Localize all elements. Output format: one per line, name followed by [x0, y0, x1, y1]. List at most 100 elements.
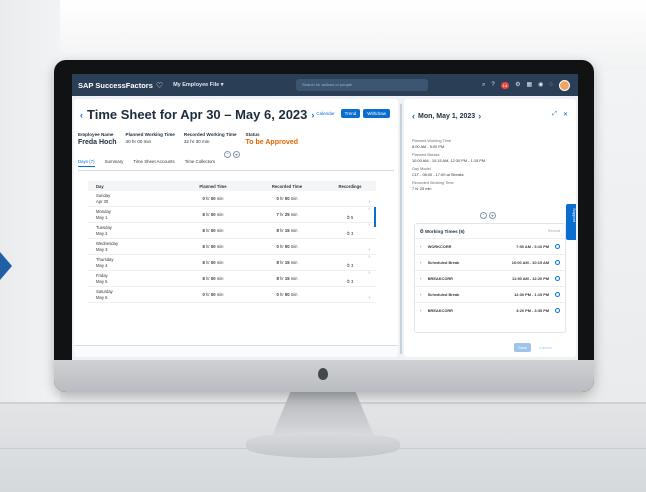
hr-unit: hr [280, 276, 284, 281]
calendar-link[interactable]: Calendar [316, 111, 334, 116]
recorded-working-time-value: 32 hr 30 min [183, 139, 210, 144]
settings-icon[interactable]: ⚙ [515, 79, 520, 91]
chevron-right-icon[interactable]: › [420, 292, 428, 297]
working-time-row[interactable]: › Scheduled Break 10:00 AM - 10:15 AM [415, 254, 565, 270]
day-cell: Sunday Apr 30 [88, 193, 176, 205]
working-time-row[interactable]: › WORKCORR 7:50 AM - 5:10 PM [415, 238, 565, 254]
monitor-stand [272, 392, 374, 436]
notification-badge[interactable]: 14 [500, 81, 510, 89]
title-row: ‹ Time Sheet for Apr 30 – May 6, 2023 › [80, 107, 314, 122]
hr-unit: hr [206, 276, 210, 281]
employee-file-menu[interactable]: My Employee File ▾ [173, 82, 223, 88]
working-time-row[interactable]: › BREAKCORR 3:20 PM - 3:35 PM [415, 302, 565, 318]
min-unit: min [216, 292, 224, 297]
recordings-cell: ⏱ 3 › [324, 222, 376, 240]
planned-hours: 8 [202, 276, 205, 281]
recorded-hours: 8 [276, 260, 279, 265]
day-date: May 3 [96, 246, 108, 252]
splitter[interactable] [399, 104, 403, 354]
chevron-right-icon[interactable]: › [368, 270, 370, 276]
chevron-right-icon[interactable]: › [368, 295, 370, 301]
entry-status-icon [555, 260, 560, 265]
working-time-type: BREAKCORR [427, 276, 453, 281]
chevron-right-icon[interactable]: › [420, 308, 428, 313]
withdraw-button[interactable]: Withdraw [363, 109, 390, 118]
recordings-count[interactable]: ⏱ 5 [347, 215, 354, 220]
chevron-right-icon[interactable]: › [420, 276, 428, 281]
tab-summary[interactable]: Summary [105, 159, 124, 167]
tab-bar: Days (7) Summary Time Sheet Accounts Tim… [78, 159, 394, 171]
chevron-left-icon[interactable]: ‹ [412, 111, 415, 121]
chevron-right-icon[interactable]: › [368, 222, 370, 228]
planned-working-time-label: Planned Working Time [125, 132, 175, 137]
planned-hours: 8 [202, 260, 205, 265]
chevron-right-icon[interactable]: › [368, 199, 370, 205]
bell-icon[interactable]: ◌ [549, 79, 553, 91]
chevron-left-icon[interactable]: ‹ [80, 110, 83, 120]
day-date: Apr 30 [96, 198, 109, 204]
brand-logo[interactable]: SAP SuccessFactors [78, 81, 153, 90]
selected-row-indicator [374, 207, 376, 227]
table-row[interactable]: Friday May 58 hr 00 min 8 hr 15 min ⏱ 3 › [88, 270, 376, 287]
help-icon[interactable]: ? [491, 79, 494, 91]
min-unit: min [216, 244, 224, 249]
recorded-minutes: 15 [284, 228, 290, 233]
splitter-bar[interactable] [400, 104, 402, 354]
planned-breaks-value: 10:00 AM - 10:15 AM, 12:30 PM - 1:15 PM [412, 158, 486, 163]
avatar[interactable] [559, 79, 570, 91]
chevron-right-icon[interactable]: › [368, 247, 370, 253]
recordings-count[interactable]: ⏱ 3 [347, 279, 354, 284]
collapse-icon[interactable]: ⌃ [224, 151, 231, 158]
working-time-row[interactable]: › Scheduled Break 12:30 PM - 1:15 PM [415, 286, 565, 302]
chevron-right-icon[interactable]: › [311, 110, 314, 120]
hr-unit: hr [206, 260, 210, 265]
recorded-summary: Recorded Working Time 32 hr 30 min [184, 132, 237, 146]
min-unit: min [290, 276, 298, 281]
chevron-right-icon[interactable]: › [368, 206, 370, 212]
chevron-right-icon[interactable]: › [478, 111, 481, 121]
status-label: Status [245, 132, 260, 137]
summary-section: Employee Name Freda Hoch Planned Working… [78, 132, 298, 146]
day-cell: Saturday May 6 [88, 289, 176, 301]
chevron-right-icon[interactable]: › [420, 260, 428, 265]
employee-summary: Employee Name Freda Hoch [78, 132, 117, 146]
tab-time-collectors[interactable]: Time Collectors [185, 159, 215, 167]
recorded-column-header: Recorded Time [271, 183, 303, 189]
save-button[interactable]: Save [514, 343, 532, 352]
pin-icon[interactable]: ⌖ [233, 151, 240, 158]
working-time-row[interactable]: › BREAKCORR 11:50 AM - 12:20 PM [415, 270, 565, 286]
expand-icon[interactable]: ⤢ [552, 111, 557, 118]
pin-icon[interactable]: ⌖ [489, 212, 496, 219]
grid-icon[interactable]: ▦ [527, 79, 533, 91]
tab-days[interactable]: Days (7) [78, 159, 95, 167]
recorded-time-value: 7 hr 25 min [412, 186, 432, 191]
chevron-right-icon[interactable]: › [368, 254, 370, 260]
planned-working-time-value: 40 hr 00 min [125, 139, 152, 144]
support-tab[interactable]: Support [566, 204, 577, 240]
working-time-range: 10:00 AM - 10:15 AM [511, 260, 550, 265]
table-row[interactable]: Tuesday May 28 hr 00 min 8 hr 15 min ⏱ 3 › [88, 222, 376, 240]
working-time-range: 12:30 PM - 1:15 PM [514, 292, 550, 297]
day-model-value: CLT - 08:00 - 17:00 w/ Breaks [412, 172, 464, 177]
recordings-count-value: 3 [351, 230, 354, 236]
collapse-icon[interactable]: ⌃ [480, 212, 487, 219]
hr-unit: hr [280, 244, 284, 249]
recordings-count[interactable]: ⏱ 3 [347, 231, 354, 236]
close-icon[interactable]: ✕ [563, 111, 568, 118]
cancel-button[interactable]: Cancel [537, 343, 553, 352]
trend-button[interactable]: Trend [340, 109, 361, 118]
table-row[interactable]: Saturday May 60 hr 00 min 0 hr 00 min › [88, 287, 376, 303]
search-icon[interactable]: ⌕ [482, 79, 485, 91]
recordings-count[interactable]: ⏱ 3 [347, 263, 354, 268]
chat-icon[interactable]: ◉ [538, 79, 543, 91]
search-input[interactable]: Search for actions or people [296, 79, 428, 91]
recorded-hours: 8 [276, 228, 279, 233]
planned-minutes: 00 [210, 260, 216, 265]
tab-time-sheet-accounts[interactable]: Time Sheet Accounts [133, 159, 174, 167]
hr-unit: hr [280, 196, 284, 201]
detail-footer: Save Cancel [514, 343, 554, 352]
record-button[interactable]: Record [548, 229, 560, 233]
chevron-right-icon[interactable]: › [420, 244, 428, 249]
recorded-minutes: 00 [284, 292, 290, 297]
recordings-column-header: Recordings [338, 183, 362, 189]
